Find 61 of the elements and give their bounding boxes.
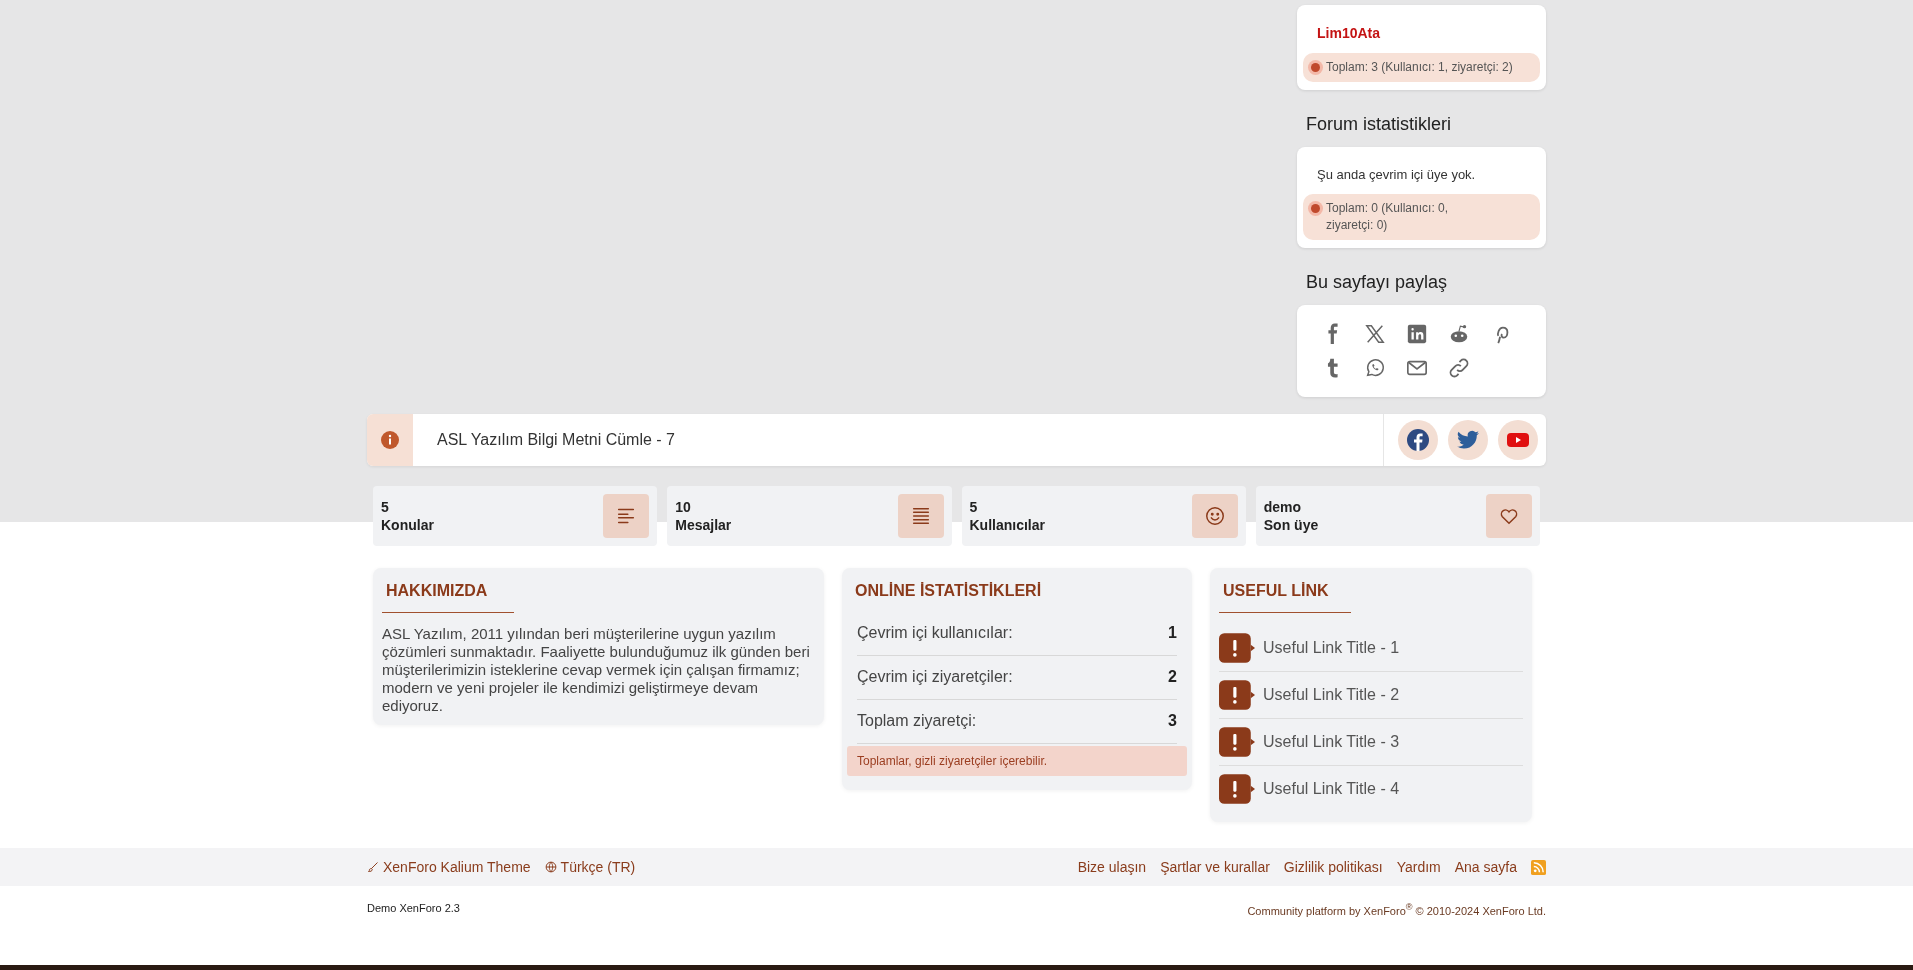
stat-value: demo: [1263, 498, 1303, 516]
stat-label: Kullanıcılar: [969, 516, 1045, 534]
stat-label: Toplam ziyaretçi:: [857, 712, 977, 730]
stat-label: Mesajlar: [675, 516, 732, 534]
brush-icon: [367, 861, 379, 873]
link-icon[interactable]: [1448, 357, 1470, 379]
stat-value: 5: [969, 498, 979, 516]
stat-value: 10: [675, 498, 692, 516]
copyright-text: Community platform by XenForo$^{®}$ © 2010-2024 XenForo Ltd.: [1247, 902, 1546, 917]
twitter-button[interactable]: [1448, 420, 1488, 460]
notice-text: ASL Yazılım Bilgi Metni Cümle - 7: [436, 431, 676, 449]
facebook-button[interactable]: [1398, 420, 1438, 460]
stat-value: 1: [1168, 624, 1177, 642]
panel-title: HAKKIMIZDA: [386, 582, 489, 600]
total-text: Toplam: 0 (Kullanıcı: 0, ziyaretçi: 0): [1326, 200, 1450, 234]
exclamation-icon: [1219, 680, 1255, 710]
link-title[interactable]: Useful Link Title - 4: [1263, 780, 1400, 798]
panel-title: ONLİNE İSTATİSTİKLERİ: [855, 582, 1043, 600]
username-link[interactable]: Lim10Ata: [1303, 13, 1540, 53]
link-title[interactable]: Useful Link Title - 2: [1263, 686, 1400, 704]
stat-value: 3: [1168, 712, 1177, 730]
about-paragraph: ASL Yazılım, 2011 yılından beri müşterilerine uygun yazılım çözümleri sunmaktadır. Faaliyette bulunduğumuz ilk günden beri müşterilerimizin isteklerine cevap vermek için çalışan firmamız; modern ve yeni projeler ile kendimizi geliştirmeye devam ediyoruz.: [382, 625, 811, 715]
language-link[interactable]: Türkçe (TR): [544, 859, 636, 875]
status-dot-icon: [1311, 204, 1320, 213]
facebook-logo-icon: [1406, 428, 1430, 452]
smiley-icon: [1191, 494, 1238, 538]
theme-link[interactable]: XenForo Kalium Theme: [367, 859, 531, 875]
status-dot-icon: [1311, 63, 1320, 72]
footer-link[interactable]: Gizlilik politikası: [1283, 859, 1383, 875]
link-title[interactable]: Useful Link Title - 1: [1263, 639, 1400, 657]
reddit-icon[interactable]: [1448, 323, 1470, 345]
total-text: Toplam: 3 (Kullanıcı: 1, ziyaretçi: 2): [1326, 59, 1513, 76]
footer-link[interactable]: Ana sayfa: [1454, 859, 1517, 875]
footer-link[interactable]: Bize ulaşın: [1077, 859, 1147, 875]
exclamation-icon: [1219, 774, 1255, 804]
stat-label: Çevrim içi ziyaretçiler:: [857, 668, 1013, 686]
linkedin-icon[interactable]: [1406, 323, 1428, 345]
stat-value: 5: [381, 498, 390, 516]
stat-label: Son üye: [1263, 516, 1319, 534]
footer-link[interactable]: Şartlar ve kurallar: [1160, 859, 1270, 875]
lines-icon: [603, 494, 650, 538]
stat-label: Çevrim içi kullanıcılar:: [857, 624, 1013, 642]
link-title[interactable]: Useful Link Title - 3: [1263, 733, 1400, 751]
message-text: Şu anda çevrim içi üye yok.: [1316, 166, 1477, 184]
globe-icon: [544, 861, 557, 873]
twitter-logo-icon: [1456, 428, 1480, 452]
x-icon[interactable]: [1364, 323, 1386, 345]
lines-icon: [897, 494, 944, 538]
info-icon: [380, 430, 400, 450]
exclamation-icon: [1219, 633, 1255, 663]
panel-title: USEFUL LİNK: [1223, 582, 1330, 600]
youtube-button[interactable]: [1498, 420, 1538, 460]
stat-label: Konular: [381, 516, 434, 534]
section-title: Bu sayfayı paylaş: [1306, 272, 1449, 293]
section-title: Forum istatistikleri: [1306, 114, 1453, 135]
stat-value: 2: [1168, 668, 1177, 686]
version-text: Demo XenForo 2.3: [367, 902, 460, 916]
exclamation-icon: [1219, 727, 1255, 757]
note-text: Toplamlar, gizli ziyaretçiler içerebilir.: [847, 746, 1187, 776]
whatsapp-icon[interactable]: [1364, 357, 1386, 379]
footer-link[interactable]: Yardım: [1396, 859, 1441, 875]
